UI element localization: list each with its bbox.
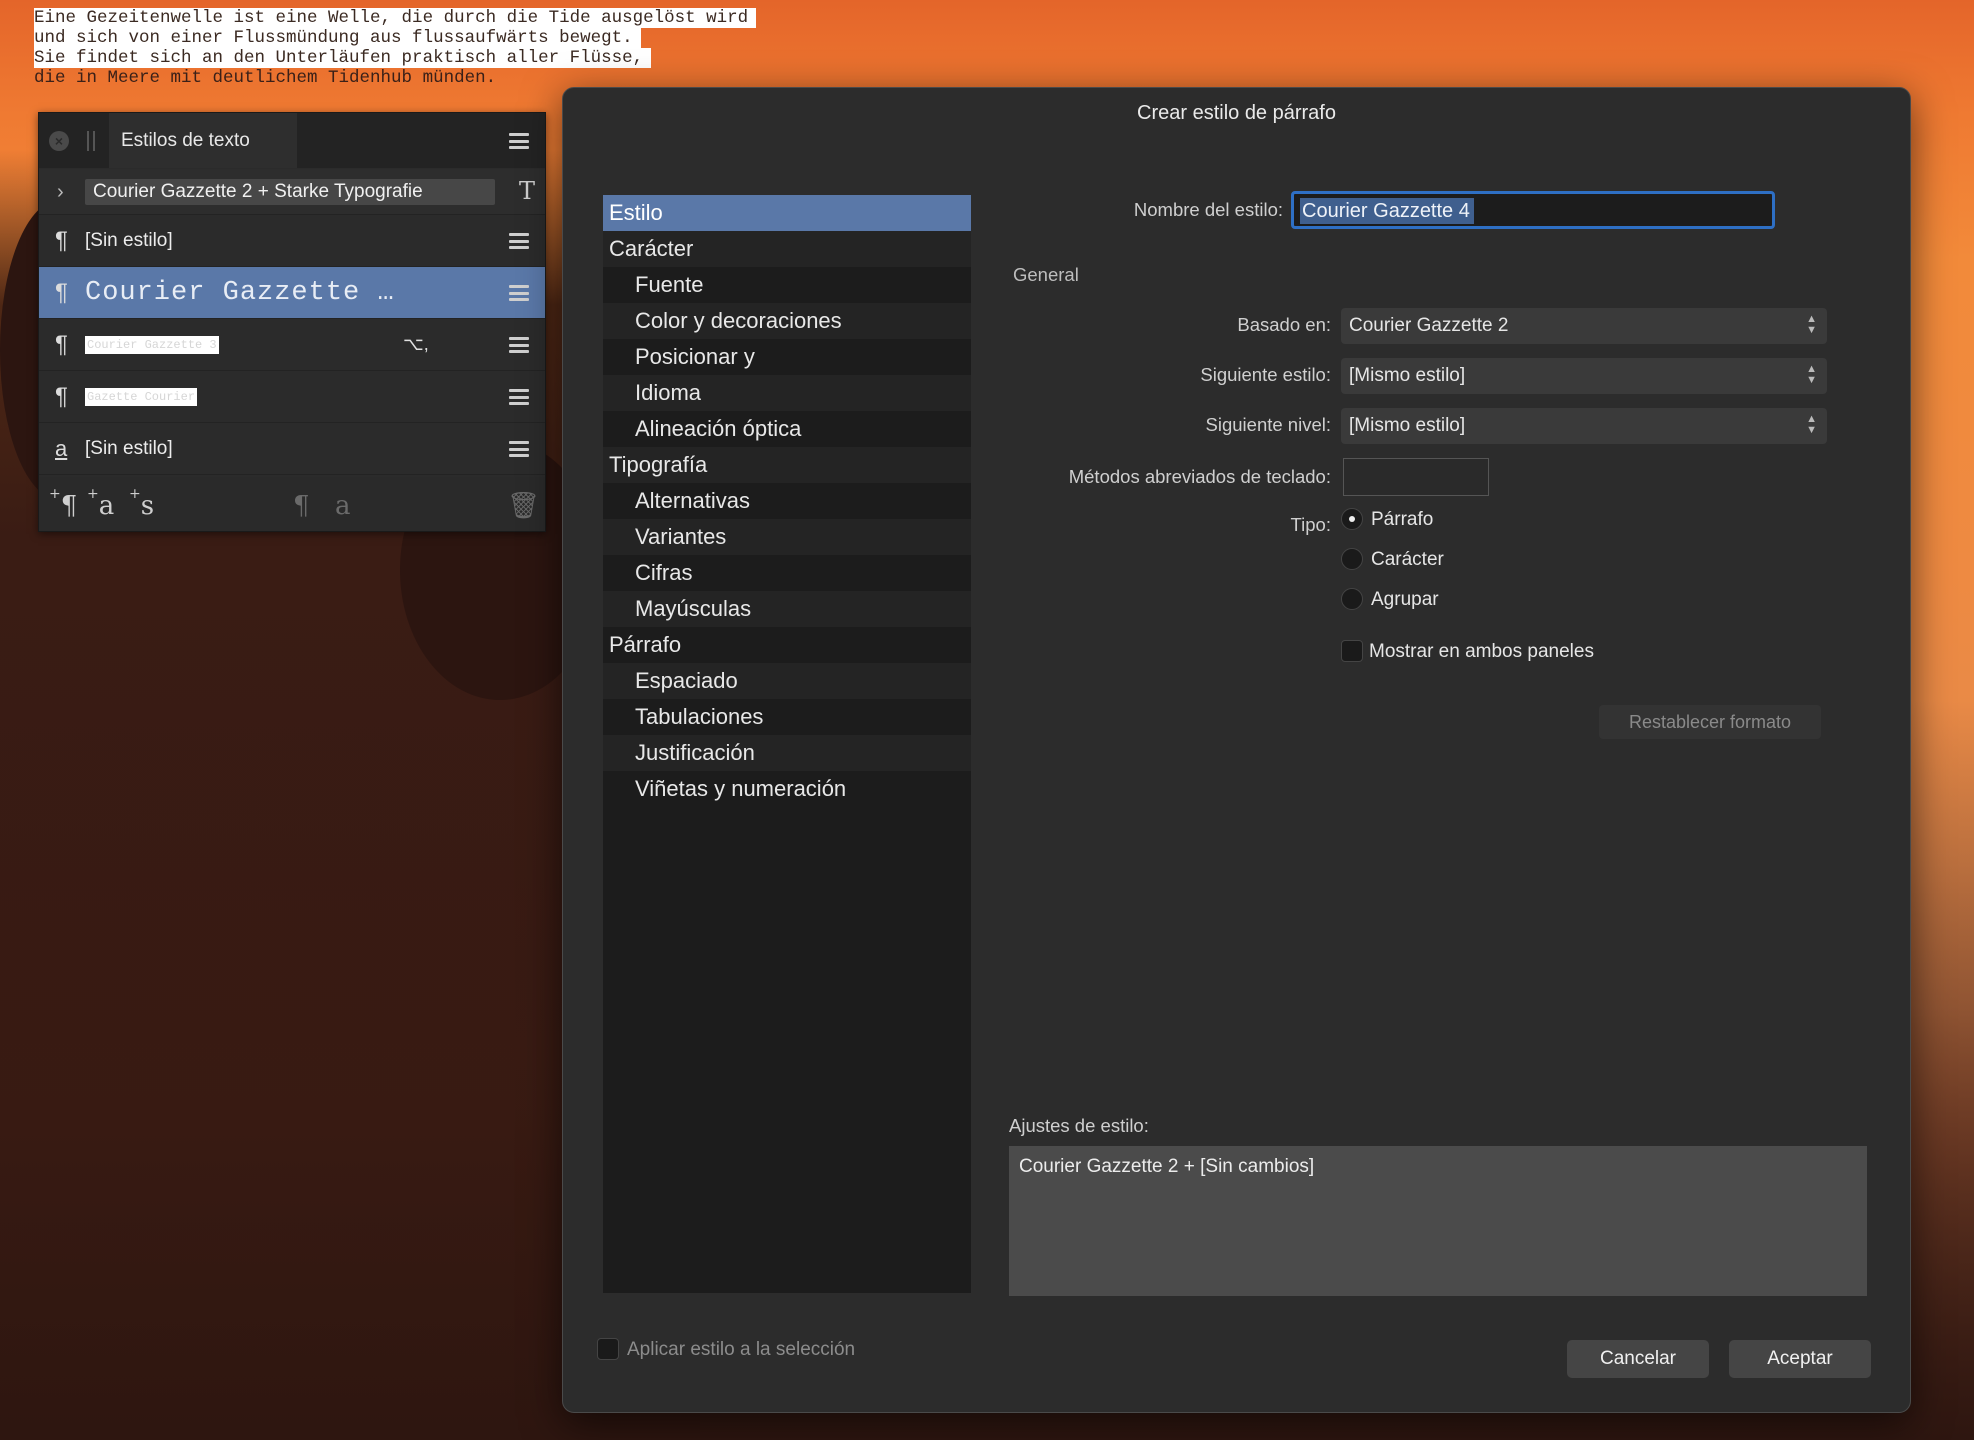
row-menu-icon[interactable] [509,285,529,301]
apply-to-selection-label: Aplicar estilo a la selección [627,1339,856,1360]
style-shortcut: ⌥, [403,334,429,354]
category-mayusculas[interactable]: Mayúsculas [603,591,971,627]
row-menu-icon[interactable] [509,389,529,405]
category-variantes[interactable]: Variantes [603,519,971,555]
category-espaciado[interactable]: Espaciado [603,663,971,699]
category-posicionar[interactable]: Posicionar y [603,339,971,375]
apply-paragraph-style-icon[interactable]: ¶ [293,491,310,521]
type-label: Tipo: [1290,514,1331,535]
row-menu-icon[interactable] [509,233,529,249]
apply-to-selection-checkbox[interactable] [597,1338,619,1360]
next-style-label: Siguiente estilo: [1200,364,1331,385]
paragraph-icon: ¶ [55,330,68,358]
category-list: Estilo Carácter Fuente Color y decoracio… [603,195,971,1293]
style-name-label: Nombre del estilo: [1133,199,1283,220]
next-style-value: [Mismo estilo] [1349,365,1466,386]
character-style-icon: a [55,435,68,461]
style-row[interactable]: ¶ Courier Gazzette 3 ⌥, [39,319,545,371]
style-preview-swatch: Courier Gazzette 3 [85,335,219,354]
style-row-label: Courier Gazzette … [85,277,395,308]
shortcut-input[interactable] [1343,458,1489,496]
based-on-select[interactable]: Courier Gazzette 2 ▲ ▼ [1341,308,1827,344]
radio-agrupar[interactable] [1341,588,1363,610]
based-on-label: Basado en: [1237,314,1331,335]
style-row[interactable]: ¶ Gazette Courier [39,371,545,423]
new-group-style-icon[interactable]: +s [129,486,154,521]
doc-line: Eine Gezeitenwelle ist eine Welle, die d… [34,8,757,28]
category-cifras[interactable]: Cifras [603,555,971,591]
based-on-value: Courier Gazzette 2 [1349,315,1509,336]
style-row[interactable]: a [Sin estilo] [39,423,545,475]
style-preview-swatch: Gazette Courier [85,387,198,406]
category-tabulaciones[interactable]: Tabulaciones [603,699,971,735]
category-color-decoraciones[interactable]: Color y decoraciones [603,303,971,339]
category-alineacion-optica[interactable]: Alineación óptica [603,411,971,447]
style-settings-value: Courier Gazzette 2 + [Sin cambios] [1019,1156,1315,1177]
cancel-button[interactable]: Cancelar [1567,1340,1709,1378]
style-name-value: Courier Gazzette 4 [1300,198,1474,224]
doc-line: und sich von einer Flussmündung aus flus… [34,28,756,48]
paragraph-icon: ¶ [55,278,68,306]
next-level-select[interactable]: [Mismo estilo] ▲ ▼ [1341,408,1827,444]
row-menu-icon[interactable] [509,441,529,457]
radio-parrafo-label: Párrafo [1371,509,1434,530]
category-alternativas[interactable]: Alternativas [603,483,971,519]
style-settings-box: Courier Gazzette 2 + [Sin cambios] [1009,1146,1867,1296]
next-level-value: [Mismo estilo] [1349,415,1466,436]
stepper-icon: ▲ ▼ [1806,413,1817,436]
drag-grip-icon[interactable] [87,131,95,151]
show-both-panels-checkbox[interactable] [1341,640,1363,662]
new-character-style-icon[interactable]: +a [87,486,114,521]
reset-format-button[interactable]: Restablecer formato [1599,705,1821,739]
paragraph-icon: ¶ [55,382,68,410]
row-menu-icon[interactable] [509,337,529,353]
category-justificacion[interactable]: Justificación [603,735,971,771]
tab-label: Estilos de texto [121,129,250,151]
next-style-select[interactable]: [Mismo estilo] ▲ ▼ [1341,358,1827,394]
general-heading: General [1013,264,1079,285]
text-style-icon[interactable]: T [519,177,535,205]
doc-line: Sie findet sich an den Unterläufen prakt… [34,48,756,68]
stepper-icon: ▲ ▼ [1806,363,1817,386]
next-level-label: Siguiente nivel: [1205,414,1331,435]
close-icon[interactable]: × [49,131,69,151]
style-settings-label: Ajustes de estilo: [1009,1115,1149,1136]
category-vinetas-numeracion[interactable]: Viñetas y numeración [603,771,971,807]
radio-agrupar-label: Agrupar [1371,589,1439,610]
panel-footer: +¶ +a +s ¶ a 🗑 [39,477,545,531]
style-group-row[interactable]: › Courier Gazzette 2 + Starke Typografie… [39,169,545,215]
style-row[interactable]: ¶ [Sin estilo] [39,215,545,267]
style-row-label: [Sin estilo] [85,229,173,251]
radio-caracter-label: Carácter [1371,549,1444,570]
category-tipografia[interactable]: Tipografía [603,447,971,483]
style-name-input[interactable]: Courier Gazzette 4 [1291,191,1775,229]
radio-caracter[interactable] [1341,548,1363,570]
shortcuts-label: Métodos abreviados de teclado: [1068,466,1331,487]
apply-character-style-icon[interactable]: a [335,491,351,521]
trash-icon[interactable]: 🗑 [507,491,540,521]
text-styles-panel: × Estilos de texto › Courier Gazzette 2 … [38,112,546,532]
radio-parrafo[interactable] [1341,508,1363,530]
doc-line: die in Meere mit deutlichem Tidenhub mün… [34,68,497,88]
show-both-panels-label: Mostrar en ambos paneles [1369,641,1594,662]
document-text[interactable]: Eine Gezeitenwelle ist eine Welle, die d… [34,8,757,88]
new-paragraph-style-icon[interactable]: +¶ [49,486,77,521]
style-row-label: [Sin estilo] [85,437,173,459]
panel-menu-icon[interactable] [509,133,529,149]
category-caracter[interactable]: Carácter [603,231,971,267]
stepper-icon: ▲ ▼ [1806,313,1817,336]
paragraph-icon: ¶ [55,226,68,254]
panel-header: × Estilos de texto [39,113,545,168]
category-idioma[interactable]: Idioma [603,375,971,411]
chevron-right-icon[interactable]: › [57,181,64,204]
category-estilo[interactable]: Estilo [603,195,971,231]
accept-button[interactable]: Aceptar [1729,1340,1871,1378]
tab-text-styles[interactable]: Estilos de texto [109,113,297,168]
style-row-selected[interactable]: ¶ Courier Gazzette … [39,267,545,319]
category-parrafo[interactable]: Párrafo [603,627,971,663]
dialog-title: Crear estilo de párrafo [1137,102,1336,124]
style-group-label: Courier Gazzette 2 + Starke Typografie [85,179,495,205]
category-fuente[interactable]: Fuente [603,267,971,303]
create-paragraph-style-dialog: Crear estilo de párrafo Estilo Carácter … [562,87,1911,1413]
